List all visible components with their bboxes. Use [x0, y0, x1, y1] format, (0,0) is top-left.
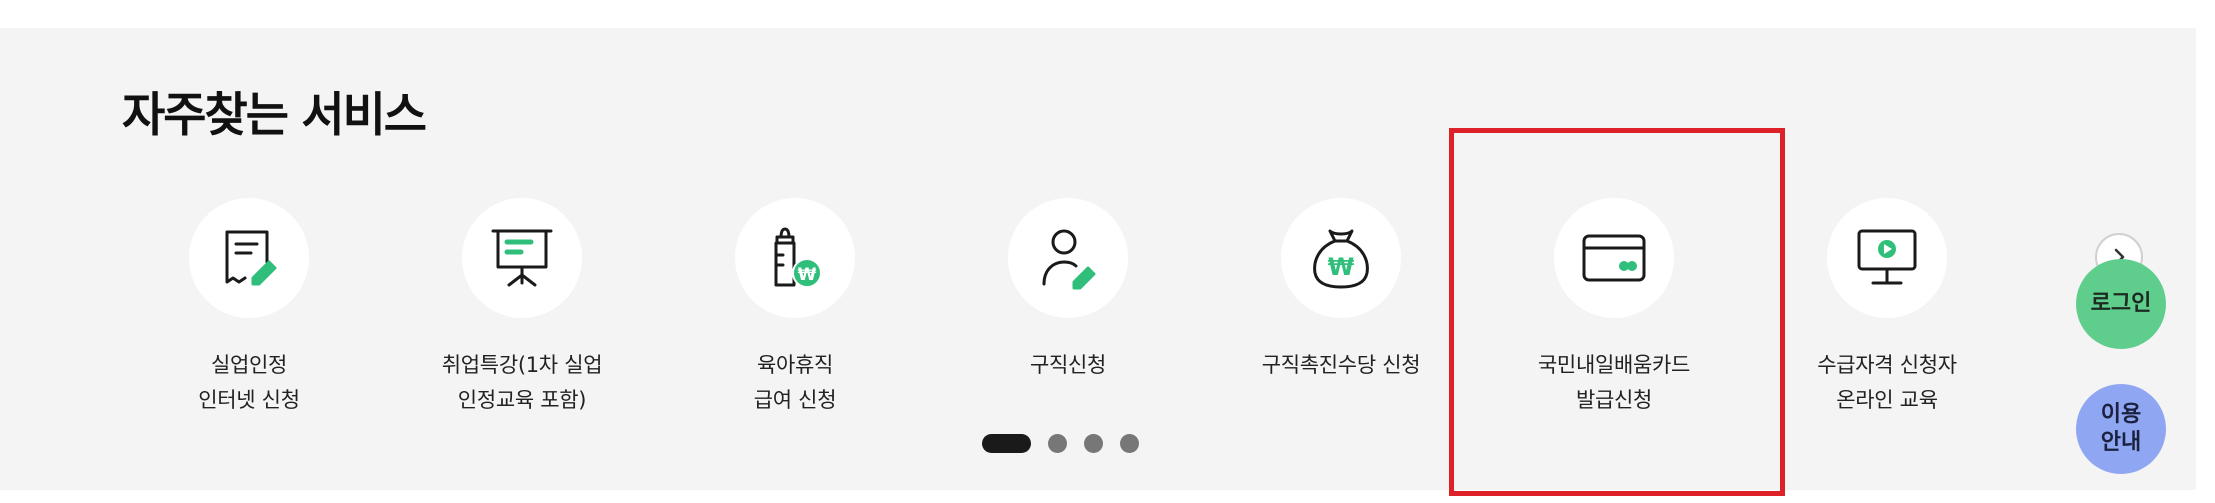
- svg-text:₩: ₩: [798, 265, 817, 285]
- service-label: 구직촉진수당 신청: [1261, 353, 1421, 377]
- baby-bottle-won-icon: ₩: [774, 227, 822, 288]
- service-label: 육아휴직 급여 신청: [753, 353, 837, 412]
- service-job-application[interactable]: 구직신청: [933, 198, 1203, 383]
- pagination-dot-3[interactable]: [1084, 434, 1103, 453]
- service-icon-circle: [1827, 198, 1947, 318]
- pagination-dot-1[interactable]: [982, 434, 1031, 453]
- usage-guide-button[interactable]: 이용 안내: [2076, 384, 2166, 474]
- money-bag-won-icon: ₩: [1313, 229, 1369, 289]
- service-icon-circle: [462, 198, 582, 318]
- pagination-dot-2[interactable]: [1048, 434, 1067, 453]
- service-icon-circle: [189, 198, 309, 318]
- section-title: 자주찾는 서비스: [122, 88, 427, 143]
- service-icon-circle: ₩: [1281, 198, 1401, 318]
- presentation-board-icon: [491, 229, 553, 287]
- highlight-box: [1449, 128, 1785, 496]
- service-job-promotion-allowance[interactable]: ₩ 구직촉진수당 신청: [1206, 198, 1476, 383]
- service-icon-circle: [1008, 198, 1128, 318]
- service-label: 구직신청: [1029, 353, 1107, 377]
- document-edit-icon: [225, 230, 277, 286]
- svg-text:₩: ₩: [1328, 253, 1355, 281]
- service-label: 실업인정 인터넷 신청: [198, 353, 300, 412]
- pagination-dot-4[interactable]: [1120, 434, 1139, 453]
- service-label: 수급자격 신청자 온라인 교육: [1817, 353, 1957, 412]
- service-icon-circle: ₩: [735, 198, 855, 318]
- login-button[interactable]: 로그인: [2076, 259, 2166, 349]
- service-job-lecture[interactable]: 취업특강(1차 실업 인정교육 포함): [387, 198, 657, 418]
- service-online-education[interactable]: 수급자격 신청자 온라인 교육: [1752, 198, 2022, 418]
- service-unemployment-recognition[interactable]: 실업인정 인터넷 신청: [114, 198, 384, 418]
- page-edge: [2196, 0, 2215, 503]
- monitor-play-icon: [1857, 229, 1917, 285]
- person-edit-icon: [1042, 229, 1096, 290]
- service-parental-leave[interactable]: ₩ 육아휴직 급여 신청: [660, 198, 930, 418]
- service-label: 취업특강(1차 실업 인정교육 포함): [441, 353, 603, 412]
